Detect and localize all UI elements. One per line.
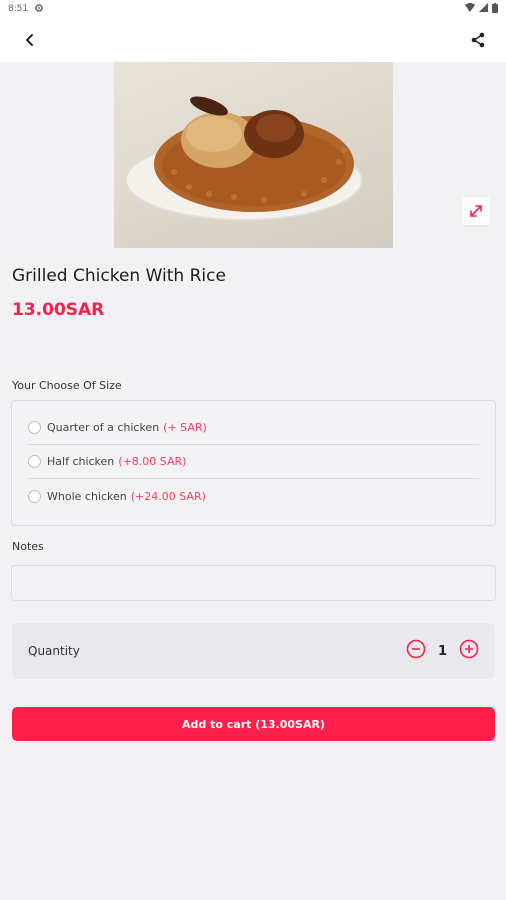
radio-button[interactable] — [28, 455, 41, 468]
minus-icon — [406, 639, 426, 659]
settings-icon — [34, 3, 44, 16]
expand-image-button[interactable] — [462, 197, 490, 225]
status-time: 8:51 — [8, 4, 29, 14]
size-option-half[interactable]: Half chicken (+8.00 SAR) — [28, 445, 479, 479]
notes-label: Notes — [12, 540, 44, 553]
size-options: Quarter of a chicken (+ SAR) Half chicke… — [11, 400, 496, 526]
product-image — [114, 62, 393, 248]
increase-quantity-button[interactable] — [459, 639, 479, 663]
quantity-label: Quantity — [28, 644, 80, 658]
radio-button[interactable] — [28, 421, 41, 434]
size-option-quarter[interactable]: Quarter of a chicken (+ SAR) — [28, 411, 479, 445]
option-label: Whole chicken — [47, 489, 127, 503]
share-button[interactable] — [466, 28, 490, 52]
app-bar — [0, 18, 506, 62]
option-extra-price: (+8.00 SAR) — [118, 455, 187, 468]
quantity-value: 1 — [437, 643, 447, 659]
notes-input[interactable] — [11, 565, 496, 601]
back-icon — [26, 34, 33, 46]
decrease-quantity-button[interactable] — [406, 639, 426, 663]
wifi-icon — [465, 3, 475, 15]
size-section-label: Your Choose Of Size — [12, 379, 122, 392]
radio-button[interactable] — [28, 489, 41, 503]
size-option-whole[interactable]: Whole chicken (+24.00 SAR) — [28, 479, 479, 513]
option-extra-price: (+24.00 SAR) — [130, 489, 206, 503]
quantity-controls: 1 — [406, 639, 479, 663]
expand-icon — [470, 205, 482, 217]
product-title: Grilled Chicken With Rice — [12, 266, 226, 286]
status-bar: 8:51 — [0, 0, 506, 18]
option-extra-price: (+ SAR) — [163, 421, 207, 434]
option-label: Quarter of a chicken — [47, 421, 160, 434]
signal-icon — [479, 3, 488, 15]
option-label: Half chicken — [47, 455, 115, 468]
back-button[interactable] — [18, 28, 42, 52]
product-price: 13.00SAR — [12, 300, 105, 320]
add-to-cart-button[interactable]: Add to cart (13.00SAR) — [12, 707, 495, 741]
share-icon — [471, 32, 485, 48]
battery-icon — [492, 2, 498, 16]
plus-icon — [459, 639, 479, 659]
quantity-stepper: Quantity 1 — [12, 623, 495, 679]
